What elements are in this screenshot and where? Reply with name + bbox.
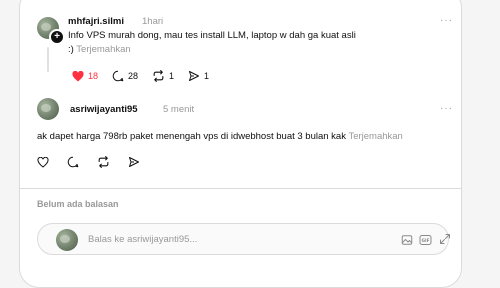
like-button[interactable] — [37, 156, 49, 168]
post-time[interactable]: 5 menit — [163, 104, 194, 115]
repost-button[interactable] — [97, 156, 110, 168]
post-text-line1: Info VPS murah dong, mau tes install LLM… — [68, 30, 356, 41]
send-icon — [189, 71, 200, 81]
like-count: 18 — [88, 71, 99, 81]
more-options-icon[interactable]: ··· — [440, 103, 453, 114]
post-actions — [37, 156, 154, 168]
translate-link[interactable]: Terjemahkan — [348, 131, 402, 142]
share-button[interactable]: 1 — [188, 70, 209, 82]
reply-input[interactable]: Balas ke asriwijayanti95... GIF — [37, 223, 451, 255]
translate-link[interactable]: Terjemahkan — [76, 44, 130, 55]
avatar — [56, 229, 78, 251]
username[interactable]: mhfajri.silmi — [68, 16, 124, 27]
no-replies-label: Belum ada balasan — [37, 199, 119, 209]
share-button[interactable] — [128, 156, 140, 168]
repost-count: 1 — [169, 71, 175, 81]
repost-button[interactable]: 1 — [152, 70, 174, 82]
comment-icon — [112, 70, 124, 82]
send-icon — [129, 157, 139, 167]
post-text: Info VPS murah dong, mau tes install LLM… — [68, 29, 448, 57]
gif-icon[interactable]: GIF — [419, 234, 432, 246]
repost-icon — [153, 70, 164, 82]
reply-placeholder: Balas ke asriwijayanti95... — [88, 234, 198, 245]
expand-icon[interactable] — [439, 233, 451, 245]
heart-icon — [37, 156, 49, 168]
comment-button[interactable] — [67, 156, 79, 168]
follow-plus-icon[interactable]: + — [49, 29, 65, 45]
post-text-line2: :) — [68, 44, 74, 55]
image-icon[interactable] — [401, 234, 413, 246]
svg-text:GIF: GIF — [422, 238, 430, 244]
more-options-icon[interactable]: ··· — [440, 15, 453, 26]
thread-connector-line — [47, 47, 49, 72]
post-time[interactable]: 1hari — [142, 16, 163, 27]
comment-icon — [67, 156, 79, 168]
comment-button[interactable]: 28 — [112, 70, 138, 82]
username[interactable]: asriwijayanti95 — [70, 104, 138, 115]
share-count: 1 — [204, 71, 210, 81]
post-text: ak dapet harga 798rb paket menengah vps … — [37, 130, 462, 144]
section-divider — [20, 188, 461, 189]
comment-count: 28 — [128, 71, 139, 81]
post-actions: 18 28 1 1 — [72, 70, 223, 82]
thread-card: + mhfajri.silmi 1hari ··· Info VPS murah… — [19, 0, 462, 288]
post-text-line1: ak dapet harga 798rb paket menengah vps … — [37, 131, 346, 142]
repost-icon — [98, 156, 109, 168]
avatar[interactable] — [37, 98, 59, 120]
heart-filled-icon — [72, 70, 84, 81]
like-button[interactable]: 18 — [72, 70, 99, 82]
